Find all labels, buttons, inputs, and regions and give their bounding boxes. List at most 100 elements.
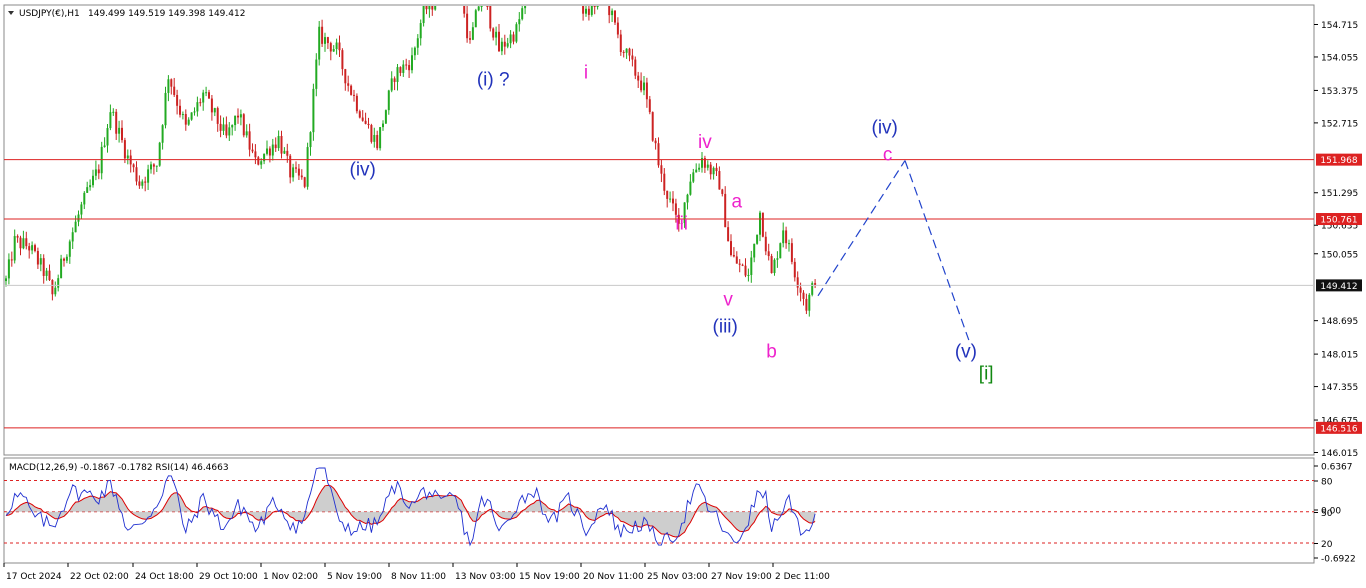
- candle-body: [251, 149, 254, 152]
- candle-body: [216, 108, 219, 124]
- candle-body: [179, 105, 181, 115]
- candle-body: [767, 251, 770, 257]
- indicator-tick-label: 20: [1321, 540, 1333, 550]
- wave-label: a: [732, 191, 743, 212]
- candle-body: [515, 24, 518, 42]
- current-price-label: 149.412: [1320, 282, 1357, 292]
- candle-body: [793, 261, 796, 278]
- candle-body: [106, 128, 109, 146]
- candle-body: [338, 42, 341, 51]
- candle-body: [92, 175, 94, 186]
- candle-body: [738, 263, 741, 265]
- candle-body: [210, 98, 213, 113]
- candle-body: [773, 259, 776, 274]
- candle-body: [268, 148, 271, 156]
- wave-label: (iv): [350, 159, 376, 180]
- candle-body: [167, 79, 170, 93]
- price-tag-label: 151.968: [1320, 156, 1357, 166]
- candle-body: [83, 192, 86, 205]
- candle-body: [283, 150, 286, 154]
- candle-body: [326, 37, 329, 44]
- indicator-tick-label: -0.6922: [1321, 555, 1356, 565]
- candle-body: [376, 134, 379, 149]
- candle-body: [666, 190, 669, 199]
- candle-body: [231, 125, 234, 128]
- candle-body: [309, 132, 312, 148]
- candle-body: [324, 37, 326, 44]
- candle-body: [190, 112, 193, 120]
- candle-body: [518, 19, 521, 25]
- candle-body: [277, 135, 280, 149]
- candle-body: [65, 256, 68, 261]
- candle-body: [384, 110, 387, 124]
- candle-body: [396, 67, 399, 82]
- candle-body: [234, 115, 237, 126]
- candle-body: [643, 82, 645, 91]
- candle-body: [709, 164, 712, 175]
- candle-body: [80, 204, 83, 215]
- candle-body: [158, 142, 161, 166]
- price-tick-label: 153.375: [1321, 87, 1358, 97]
- candle-body: [590, 6, 593, 15]
- candle-body: [164, 92, 167, 126]
- candle-body: [103, 145, 106, 147]
- candle-body: [640, 80, 643, 91]
- candle-body: [31, 245, 34, 251]
- candle-body: [68, 241, 71, 257]
- candle-body: [147, 169, 150, 183]
- wave-label: (i) ?: [477, 69, 510, 90]
- candle-body: [718, 171, 721, 190]
- candle-body: [631, 55, 634, 60]
- candle-body: [805, 298, 808, 311]
- candle-body: [303, 177, 306, 187]
- candle-body: [5, 278, 7, 282]
- candle-body: [7, 259, 10, 279]
- price-axis: 154.715154.055153.375152.715151.295150.6…: [1314, 21, 1358, 459]
- candle-body: [663, 173, 666, 191]
- candle-body: [193, 111, 196, 113]
- candle-body: [727, 227, 730, 242]
- price-tick-label: 148.015: [1321, 351, 1358, 361]
- candle-body: [219, 123, 222, 131]
- candle-body: [292, 167, 295, 178]
- candle-body: [790, 243, 793, 262]
- candle-body: [329, 43, 332, 52]
- candle-body: [39, 258, 42, 265]
- candle-body: [196, 102, 199, 112]
- candle-body: [776, 258, 779, 260]
- candle-body: [138, 181, 141, 186]
- candle-body: [57, 278, 60, 288]
- candle-body: [350, 85, 353, 95]
- candle-body: [582, 6, 585, 14]
- candle-body: [672, 198, 674, 204]
- candle-body: [254, 151, 257, 158]
- time-tick-label: 25 Nov 03:00: [647, 572, 708, 582]
- wave-label: [i]: [979, 363, 994, 384]
- candle-body: [593, 6, 596, 7]
- candle-body: [477, 6, 480, 11]
- candle-body: [405, 64, 408, 66]
- candle-body: [799, 287, 802, 293]
- candle-body: [651, 112, 654, 141]
- candle-body: [295, 167, 297, 169]
- candle-body: [109, 112, 112, 129]
- candle-body: [19, 237, 22, 249]
- candle-body: [379, 127, 382, 149]
- candle-body: [141, 181, 144, 186]
- candle-body: [411, 55, 413, 71]
- candle-body: [187, 119, 190, 125]
- candle-body: [16, 236, 19, 238]
- candle-body: [524, 6, 527, 9]
- candle-body: [358, 111, 361, 118]
- candle-body: [135, 167, 138, 182]
- time-tick-label: 15 Nov 19:00: [519, 572, 580, 582]
- candle-body: [280, 135, 283, 154]
- candle-body: [63, 258, 65, 261]
- candle-body: [585, 8, 587, 14]
- candle-body: [132, 164, 135, 168]
- candle-body: [274, 144, 277, 149]
- candle-body: [648, 99, 651, 113]
- candle-body: [361, 117, 364, 121]
- candle-body: [387, 90, 390, 111]
- candle-body: [512, 34, 515, 42]
